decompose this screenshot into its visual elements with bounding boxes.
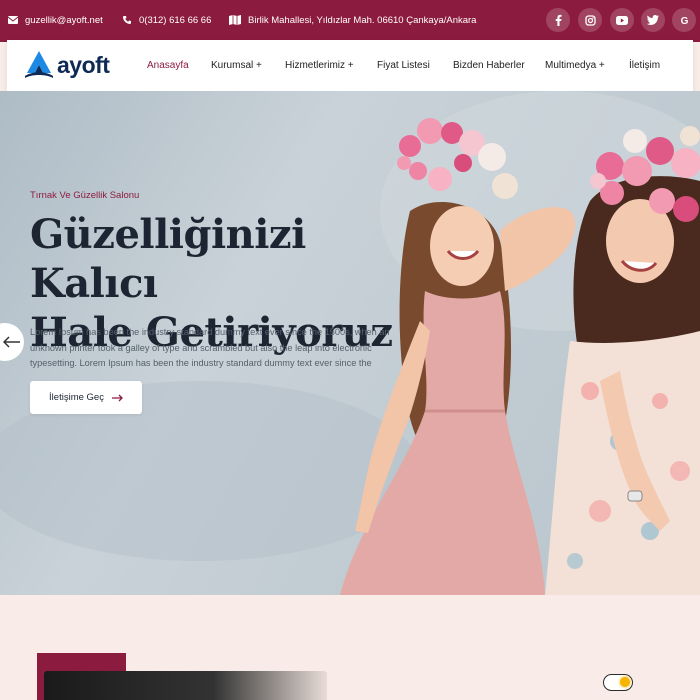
about-image bbox=[44, 671, 327, 700]
nav-corporate[interactable]: Kurumsal + bbox=[211, 40, 262, 91]
nav-home[interactable]: Anasayfa bbox=[147, 40, 189, 91]
toggle-knob bbox=[620, 677, 630, 687]
svg-text:G: G bbox=[680, 16, 688, 26]
hero-slider: Tırnak Ve Güzellik Salonu Güzelliğinizi … bbox=[0, 91, 700, 595]
contact-cta-button[interactable]: İletişime Geç bbox=[30, 381, 142, 414]
theme-toggle[interactable] bbox=[603, 674, 633, 691]
nav-price-list[interactable]: Fiyat Listesi bbox=[377, 40, 430, 91]
logo-mark-icon bbox=[25, 51, 53, 78]
youtube-icon[interactable] bbox=[610, 8, 634, 32]
hero-headline-line1: Güzelliğinizi Kalıcı bbox=[30, 211, 306, 307]
address-text: Birlik Mahallesi, Yıldızlar Mah. 06610 Ç… bbox=[248, 14, 477, 26]
arrow-left-icon bbox=[3, 336, 20, 348]
email-text: guzellik@ayoft.net bbox=[25, 14, 103, 26]
google-icon[interactable]: G bbox=[672, 8, 696, 32]
logo[interactable]: ayoft bbox=[24, 51, 110, 80]
main-navbar: ayoft Anasayfa Kurumsal + Hizmetlerimiz … bbox=[7, 40, 693, 91]
nav-contact[interactable]: İletişim bbox=[629, 40, 660, 91]
facebook-icon[interactable] bbox=[546, 8, 570, 32]
mail-icon bbox=[8, 16, 18, 24]
address-contact[interactable]: Birlik Mahallesi, Yıldızlar Mah. 06610 Ç… bbox=[229, 0, 476, 40]
top-bar: guzellik@ayoft.net 0(312) 616 66 66 Birl… bbox=[0, 0, 700, 42]
nav-multimedia[interactable]: Multimedya + bbox=[545, 40, 605, 91]
twitter-icon[interactable] bbox=[641, 8, 665, 32]
map-icon bbox=[229, 15, 241, 25]
nav-services[interactable]: Hizmetlerimiz + bbox=[285, 40, 354, 91]
about-section bbox=[0, 595, 700, 700]
arrow-right-icon bbox=[111, 394, 123, 401]
phone-icon bbox=[123, 16, 131, 24]
email-contact[interactable]: guzellik@ayoft.net bbox=[8, 0, 103, 40]
cta-label: İletişime Geç bbox=[49, 392, 104, 403]
hero-subtitle: Tırnak Ve Güzellik Salonu bbox=[30, 190, 140, 201]
phone-text: 0(312) 616 66 66 bbox=[139, 14, 212, 26]
hero-paragraph: Lorem Ipsum has been the industry standa… bbox=[30, 327, 390, 368]
phone-contact[interactable]: 0(312) 616 66 66 bbox=[122, 0, 211, 40]
instagram-icon[interactable] bbox=[578, 8, 602, 32]
logo-text: ayoft bbox=[57, 52, 110, 78]
nav-news[interactable]: Bizden Haberler bbox=[453, 40, 525, 91]
